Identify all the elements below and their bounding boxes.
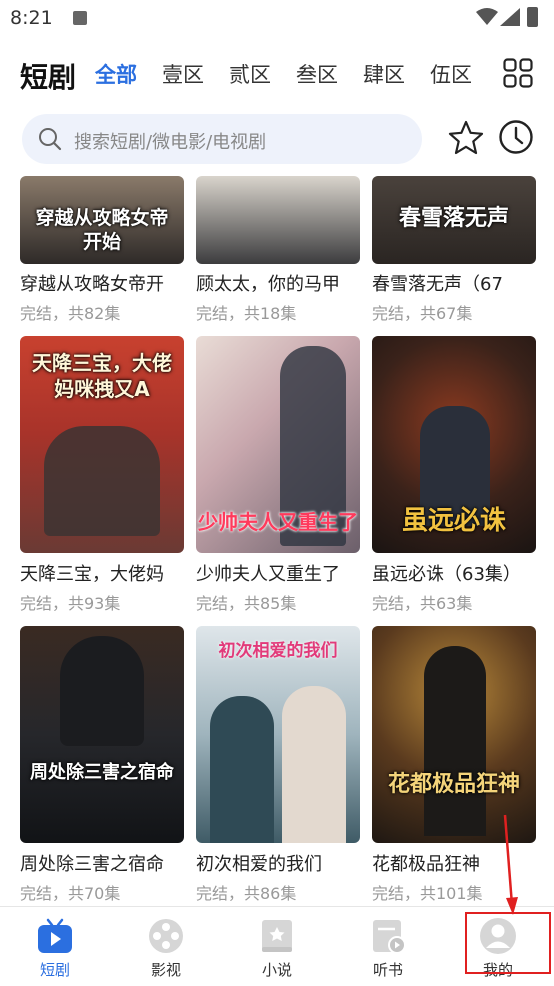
drama-episode-meta: 完结，共101集: [372, 884, 483, 903]
drama-card[interactable]: 周处除三害之宿命 周处除三害之宿命 完结，共70集: [20, 626, 184, 906]
drama-card[interactable]: 少帅夫人又重生了 少帅夫人又重生了 完结，共85集: [196, 336, 360, 616]
drama-card[interactable]: 顾太太，你的马甲 完结，共18集: [196, 176, 360, 326]
wifi-icon: [476, 8, 498, 25]
signal-icon: [500, 8, 520, 26]
highlight-box: [465, 912, 551, 974]
poster-caption: 周处除三害之宿命: [30, 762, 174, 783]
poster-caption: 虽远必诛: [401, 506, 506, 536]
drama-episode-meta: 完结，共93集: [20, 594, 121, 613]
nav-label: 听书: [372, 961, 403, 979]
drama-title: 春雪落无声（67: [372, 274, 503, 295]
nav-label: 影视: [150, 961, 181, 979]
drama-card[interactable]: 花都极品狂神 花都极品狂神 完结，共101集: [372, 626, 536, 906]
poster-caption: 花都极品狂神: [387, 772, 520, 797]
drama-poster[interactable]: 初次相爱的我们: [196, 626, 360, 843]
drama-poster[interactable]: 春雪落无声: [372, 176, 536, 264]
drama-episode-meta: 完结，共85集: [196, 594, 297, 613]
nav-item-novels[interactable]: 小说: [237, 907, 317, 986]
drama-card[interactable]: 天降三宝，大佬妈咪拽又A 天降三宝，大佬妈 完结，共93集: [20, 336, 184, 616]
poster-caption: 穿越从攻略女帝开始: [35, 207, 169, 253]
nav-label: 短剧: [39, 961, 70, 979]
drama-poster[interactable]: 虽远必诛: [372, 336, 536, 553]
drama-poster[interactable]: 穿越从攻略女帝开始: [20, 176, 184, 264]
drama-card[interactable]: 初次相爱的我们 初次相爱的我们 完结，共86集: [196, 626, 360, 906]
book-icon: [262, 920, 292, 952]
page-title: 短剧: [20, 61, 77, 94]
audio-book-icon: [373, 920, 406, 954]
drama-episode-meta: 完结，共86集: [196, 884, 297, 903]
tv-play-icon: [38, 918, 72, 953]
drama-episode-meta: 完结，共67集: [372, 304, 473, 323]
tab-zone-5[interactable]: 伍区: [430, 59, 497, 89]
nav-label: 小说: [261, 961, 292, 979]
drama-title: 天降三宝，大佬妈: [20, 564, 164, 585]
drama-title: 顾太太，你的马甲: [196, 274, 340, 295]
tab-zone-4[interactable]: 肆区: [363, 59, 430, 89]
history-clock-icon[interactable]: [498, 119, 534, 155]
tab-zone-3[interactable]: 叁区: [296, 59, 363, 89]
drama-grid: 穿越从攻略女帝开始 穿越从攻略女帝开 完结，共82集 顾太太，你的马甲 完结，共…: [0, 176, 554, 906]
drama-title: 花都极品狂神: [372, 854, 480, 875]
drama-episode-meta: 完结，共63集: [372, 594, 473, 613]
drama-title: 周处除三害之宿命: [20, 854, 164, 875]
drama-poster[interactable]: 少帅夫人又重生了: [196, 336, 360, 553]
tab-zone-2[interactable]: 贰区: [229, 59, 296, 89]
nav-item-audiobooks[interactable]: 听书: [348, 907, 428, 986]
nav-item-movies[interactable]: 影视: [126, 907, 206, 986]
search-placeholder: 搜索短剧/微电影/电视剧: [74, 132, 267, 153]
poster-caption: 少帅夫人又重生了: [198, 510, 358, 534]
status-time: 8:21: [10, 7, 53, 29]
drama-poster[interactable]: 天降三宝，大佬妈咪拽又A: [20, 336, 184, 553]
battery-icon: [527, 7, 538, 27]
tab-zone-1[interactable]: 壹区: [162, 59, 229, 89]
status-bar: 8:21: [0, 0, 554, 40]
drama-episode-meta: 完结，共18集: [196, 304, 297, 323]
drama-card[interactable]: 虽远必诛 虽远必诛（63集） 完结，共63集: [372, 336, 536, 616]
film-reel-icon: [149, 919, 183, 953]
drama-card[interactable]: 春雪落无声 春雪落无声（67 完结，共67集: [372, 176, 536, 326]
poster-caption: 初次相爱的我们: [218, 641, 338, 661]
search-icon: [39, 128, 62, 151]
notification-icon: [73, 11, 87, 25]
poster-caption: 天降三宝，大佬妈咪拽又A: [32, 351, 172, 401]
drama-title: 穿越从攻略女帝开: [20, 274, 164, 295]
drama-episode-meta: 完结，共82集: [20, 304, 121, 323]
tab-all[interactable]: 全部: [95, 59, 162, 89]
drama-title: 少帅夫人又重生了: [196, 564, 340, 585]
search-bar[interactable]: 搜索短剧/微电影/电视剧: [22, 114, 422, 164]
drama-episode-meta: 完结，共70集: [20, 884, 121, 903]
poster-caption: 春雪落无声: [398, 206, 509, 231]
drama-title: 初次相爱的我们: [196, 854, 322, 875]
favorites-star-icon[interactable]: [448, 120, 484, 156]
drama-poster[interactable]: [196, 176, 360, 264]
category-grid-icon[interactable]: [503, 58, 533, 88]
category-tabs: 全部 壹区 贰区 叁区 肆区 伍区: [95, 59, 497, 89]
drama-card[interactable]: 穿越从攻略女帝开始 穿越从攻略女帝开 完结，共82集: [20, 176, 184, 326]
drama-title: 虽远必诛（63集）: [372, 564, 521, 585]
drama-poster[interactable]: 花都极品狂神: [372, 626, 536, 843]
drama-poster[interactable]: 周处除三害之宿命: [20, 626, 184, 843]
header: 短剧 全部 壹区 贰区 叁区 肆区 伍区: [0, 48, 554, 100]
nav-item-short-drama[interactable]: 短剧: [15, 907, 95, 986]
